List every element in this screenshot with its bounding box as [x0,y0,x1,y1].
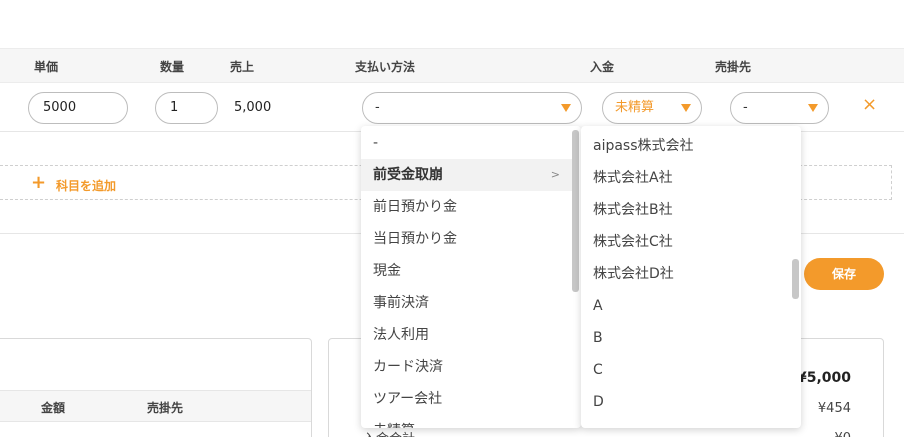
account-menu-item[interactable]: 株式会社B社 [581,194,789,226]
save-button[interactable]: 保存 [804,258,884,290]
header-deposit: 入金 [590,60,615,74]
summary-header-amount: 金額 [41,401,66,415]
account-submenu: aipass株式会社 株式会社A社 株式会社B社 株式会社C社 株式会社D社 A B C D [581,126,801,428]
unit-price-input[interactable]: 5000 [28,92,128,124]
summary-header-account: 売掛先 [147,401,184,415]
payment-menu-item-label: 未精算 [373,423,415,428]
table-header-row [0,48,904,83]
account-value: - [743,100,748,115]
menu-scrollbar[interactable] [572,130,579,292]
quantity-input[interactable]: 1 [155,92,218,124]
account-menu-item[interactable]: D [581,386,789,418]
payment-menu-item[interactable]: ツアー会社 [361,383,572,415]
payment-menu-item-label: 法人利用 [373,327,429,343]
page: 単価 数量 売上 支払い方法 入金 売掛先 5000 1 5,000 - 未精算… [0,0,904,437]
header-unit-price: 単価 [34,60,59,74]
payment-menu-item[interactable]: 法人利用 [361,319,572,351]
payment-menu-item[interactable]: 前受金取崩 > [361,159,572,191]
payment-menu-item[interactable]: 事前決済 [361,287,572,319]
payment-menu-item[interactable]: カード決済 [361,351,572,383]
caret-down-icon [681,104,691,112]
account-menu-item[interactable]: 株式会社C社 [581,226,789,258]
deposit-value: 未精算 [615,100,655,115]
submenu-scrollbar[interactable] [792,259,799,299]
account-menu-item-label: 株式会社A社 [593,170,673,186]
account-menu-item[interactable]: 株式会社D社 [581,258,789,290]
header-account: 売掛先 [715,60,752,74]
account-menu-item-label: aipass株式会社 [593,138,694,154]
add-item-label[interactable]: 科目を追加 [56,177,116,194]
account-menu-item-label: A [593,298,603,314]
sales-value: 5,000 [234,100,272,115]
account-menu-item[interactable]: A [581,290,789,322]
summary-total: ¥5,000 [796,370,851,386]
account-menu-item-label: 株式会社D社 [593,266,674,282]
summary-partial-label: 入金合計 [363,428,415,437]
payment-menu-item-label: - [373,135,379,151]
account-menu-item-label: B [593,330,603,346]
summary-left-panel: 金額 売掛先 [0,338,312,437]
deposit-select[interactable]: 未精算 [602,92,702,124]
payment-menu-item[interactable]: 現金 [361,255,572,287]
caret-down-icon [808,104,818,112]
close-icon[interactable]: × [862,94,877,115]
summary-partial-value: ¥0 [834,431,851,437]
payment-menu-item-label: 事前決済 [373,295,429,311]
summary-tax: ¥454 [817,401,851,416]
account-menu-item-label: D [593,394,604,410]
plus-icon: + [31,172,47,193]
payment-menu-item[interactable]: - [361,127,572,159]
header-payment-method: 支払い方法 [355,60,416,74]
account-menu-item[interactable]: 株式会社A社 [581,162,789,194]
payment-method-menu: - 前受金取崩 > 前日預かり金当日預かり金現金事前決済法人利用カード決済ツアー会社未… [361,126,581,428]
account-menu-item-label: 株式会社B社 [593,202,673,218]
payment-menu-item[interactable]: 未精算 [361,415,572,428]
account-select[interactable]: - [730,92,829,124]
header-quantity: 数量 [160,60,185,74]
payment-menu-item-label: 当日預かり金 [373,231,457,247]
payment-method-select[interactable]: - [362,92,582,124]
payment-menu-item-label: 前受金取崩 [373,167,443,183]
account-menu-item[interactable]: C [581,354,789,386]
payment-menu-item-label: ツアー会社 [373,391,443,407]
payment-menu-item[interactable]: 当日預かり金 [361,223,572,255]
account-menu-item[interactable]: aipass株式会社 [581,130,789,162]
chevron-right-icon: > [550,168,560,181]
payment-menu-item-label: 現金 [373,263,401,279]
payment-menu-item[interactable]: 前日預かり金 [361,191,572,223]
payment-method-value: - [375,100,380,115]
account-menu-item-label: C [593,362,603,378]
payment-menu-item-label: 前日預かり金 [373,199,457,215]
caret-down-icon [561,104,571,112]
account-menu-item[interactable]: B [581,322,789,354]
payment-menu-item-label: カード決済 [373,359,443,375]
account-menu-item-label: 株式会社C社 [593,234,673,250]
header-sales: 売上 [230,60,255,74]
